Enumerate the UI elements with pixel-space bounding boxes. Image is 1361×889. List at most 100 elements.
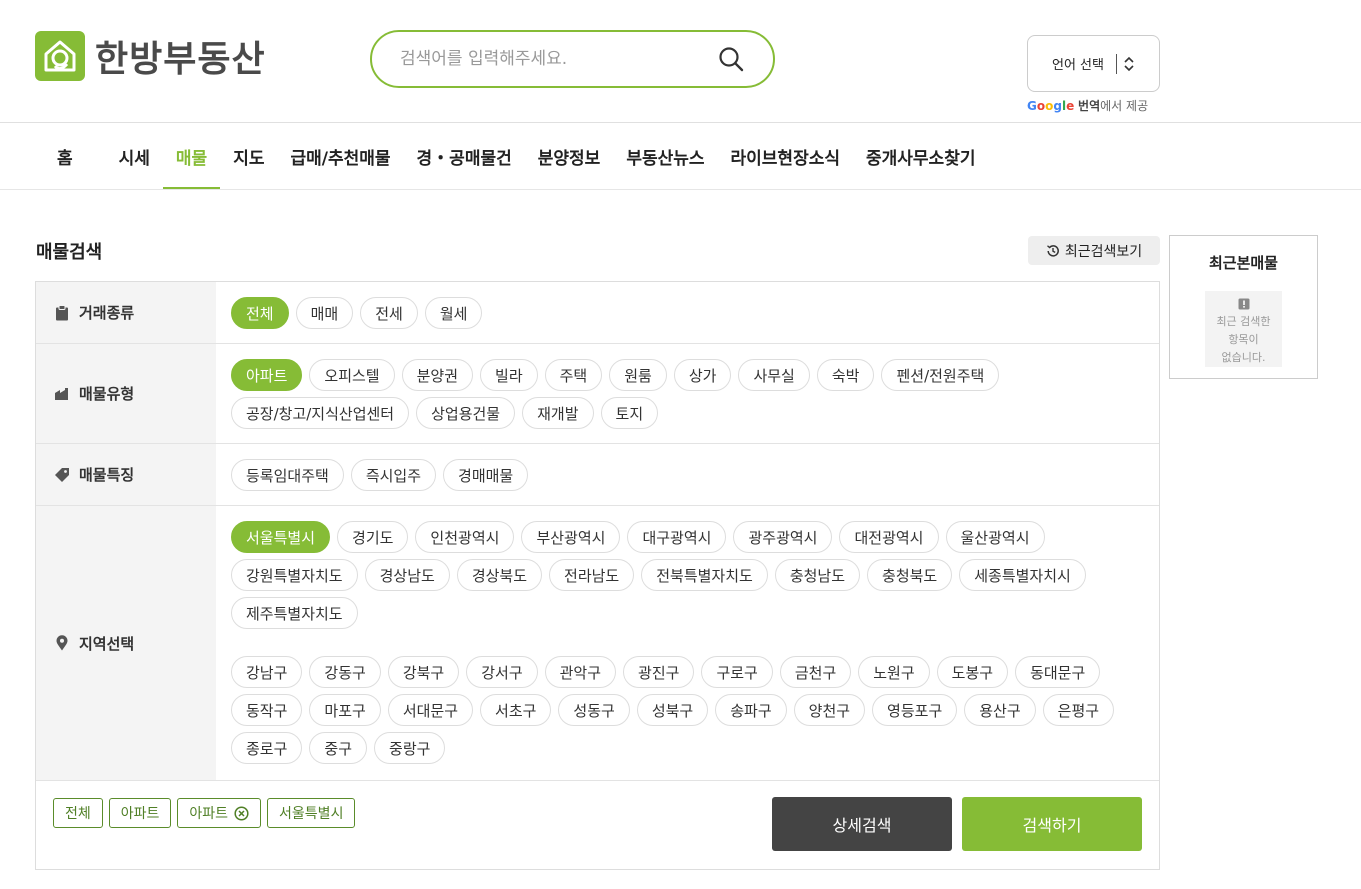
chip-district[interactable]: 송파구	[715, 694, 787, 726]
filter-label-text: 매물특징	[79, 466, 135, 484]
chip-city[interactable]: 충청북도	[867, 559, 953, 591]
chip-city[interactable]: 전북특별자치도	[641, 559, 768, 591]
chip-city[interactable]: 서울특별시	[231, 521, 331, 553]
nav-price[interactable]: 시세	[106, 123, 163, 189]
nav-home[interactable]: 홈	[44, 123, 86, 189]
nav-map[interactable]: 지도	[220, 123, 277, 189]
chip-district[interactable]: 구로구	[701, 656, 773, 688]
search-input[interactable]	[400, 49, 717, 69]
chip-property-type[interactable]: 사무실	[738, 359, 810, 391]
chip-district[interactable]: 강북구	[387, 656, 460, 688]
chip-property-type[interactable]: 상가	[673, 359, 732, 391]
chip-city[interactable]: 대전광역시	[839, 521, 939, 553]
chip-district[interactable]: 서대문구	[387, 694, 474, 726]
chip-district[interactable]: 중랑구	[374, 732, 446, 764]
nav-urgent[interactable]: 급매/추천매물	[277, 123, 403, 189]
chip-city[interactable]: 대구광역시	[627, 521, 727, 553]
chip-city[interactable]: 경기도	[337, 521, 409, 553]
chip-city[interactable]: 부산광역시	[521, 521, 621, 553]
chip-district[interactable]: 금천구	[779, 656, 852, 688]
chip-property-type[interactable]: 원룸	[609, 359, 667, 391]
language-divider	[1115, 53, 1117, 74]
chip-deal-monthly[interactable]: 월세	[424, 297, 483, 329]
detail-search-button[interactable]: 상세검색	[772, 797, 952, 851]
chip-property-type[interactable]: 주택	[544, 359, 603, 391]
nav-listings[interactable]: 매물	[162, 123, 221, 189]
chip-district[interactable]: 영등포구	[872, 694, 958, 726]
chip-feature[interactable]: 경매매물	[443, 459, 529, 491]
chip-deal-all[interactable]: 전체	[231, 297, 289, 329]
chip-city[interactable]: 경상북도	[456, 559, 543, 591]
chip-city[interactable]: 충청남도	[774, 559, 861, 591]
nav-presale[interactable]: 분양정보	[525, 123, 614, 189]
google-logo: Google	[1027, 99, 1075, 113]
chip-district[interactable]: 마포구	[309, 694, 381, 726]
recent-search-button[interactable]: 최근검색보기	[1028, 236, 1160, 265]
chip-district[interactable]: 양천구	[793, 694, 866, 726]
close-circle-icon	[234, 805, 249, 821]
chip-property-type[interactable]: 재개발	[522, 397, 594, 429]
chip-district[interactable]: 동작구	[231, 694, 303, 726]
chip-city[interactable]: 전라남도	[549, 559, 635, 591]
chip-district[interactable]: 용산구	[964, 694, 1036, 726]
page-title: 매물검색	[36, 242, 103, 263]
nav-agency[interactable]: 중개사무소찾기	[853, 123, 988, 189]
remove-tag-button[interactable]	[234, 805, 249, 821]
chip-district[interactable]: 도봉구	[936, 656, 1009, 688]
chip-property-type[interactable]: 오피스텔	[309, 359, 395, 391]
history-icon	[1046, 244, 1059, 257]
chip-district[interactable]: 강동구	[309, 656, 381, 688]
chip-district[interactable]: 성북구	[636, 694, 709, 726]
site-logo[interactable]: 한방부동산	[35, 30, 266, 82]
chip-city[interactable]: 경상남도	[364, 559, 450, 591]
chevron-updown-icon	[1124, 56, 1134, 71]
selected-tag: 아파트	[177, 798, 262, 828]
filter-row-property-type: 매물유형 아파트 오피스텔 분양권 빌라 주택 원룸 상가 사무실 숙박 펜션/…	[36, 344, 1159, 444]
chip-deal-sale[interactable]: 매매	[295, 297, 354, 329]
nav-auction[interactable]: 경・공매물건	[404, 123, 525, 189]
search-submit-button[interactable]: 검색하기	[962, 797, 1142, 851]
chip-district[interactable]: 성동구	[558, 694, 630, 726]
chip-deal-jeonse[interactable]: 전세	[360, 297, 418, 329]
chip-city[interactable]: 세종특별자치시	[959, 559, 1086, 591]
chip-city[interactable]: 광주광역시	[733, 521, 833, 553]
selected-tag-label: 아파트	[120, 806, 160, 822]
feature-options: 등록임대주택 즉시입주 경매매물	[216, 444, 1159, 505]
chip-feature[interactable]: 등록임대주택	[231, 459, 344, 491]
chip-district[interactable]: 은평구	[1042, 694, 1115, 726]
chip-city[interactable]: 강원특별자치도	[231, 559, 358, 591]
chip-property-type[interactable]: 분양권	[401, 359, 474, 391]
google-translate-word: 번역	[1078, 99, 1101, 113]
chip-city[interactable]: 제주특별자치도	[231, 597, 358, 629]
search-button[interactable]	[717, 45, 745, 73]
chip-district[interactable]: 강남구	[231, 656, 303, 688]
chip-city[interactable]: 인천광역시	[415, 521, 515, 553]
chip-feature[interactable]: 즉시입주	[350, 459, 437, 491]
chip-property-type[interactable]: 빌라	[480, 359, 538, 391]
region-spacer	[231, 635, 1144, 650]
nav-live[interactable]: 라이브현장소식	[718, 123, 853, 189]
chip-city[interactable]: 울산광역시	[945, 521, 1045, 553]
chip-property-type[interactable]: 토지	[600, 397, 659, 429]
chip-property-type[interactable]: 공장/창고/지식산업센터	[231, 397, 410, 429]
chip-district[interactable]: 동대문구	[1015, 656, 1101, 688]
chip-property-type[interactable]: 숙박	[816, 359, 875, 391]
search-icon	[719, 47, 744, 72]
chip-district[interactable]: 종로구	[231, 732, 303, 764]
chip-district[interactable]: 관악구	[544, 656, 617, 688]
chip-property-type[interactable]: 상업용건물	[416, 397, 516, 429]
chip-district[interactable]: 중구	[309, 732, 368, 764]
search-bar	[370, 30, 775, 88]
chip-district[interactable]: 광진구	[623, 656, 695, 688]
chip-district[interactable]: 서초구	[480, 694, 552, 726]
chip-district[interactable]: 강서구	[466, 656, 538, 688]
location-pin-icon	[54, 635, 70, 651]
chip-property-type[interactable]: 아파트	[231, 359, 303, 391]
nav-news[interactable]: 부동산뉴스	[613, 123, 717, 189]
chip-property-type[interactable]: 펜션/전원주택	[881, 359, 1000, 391]
chip-district[interactable]: 노원구	[858, 656, 930, 688]
language-select[interactable]: 언어 선택	[1027, 35, 1160, 92]
language-select-label: 언어 선택	[1052, 58, 1104, 73]
filter-label-region: 지역선택	[36, 506, 216, 780]
selected-tag-label: 전체	[65, 806, 91, 822]
